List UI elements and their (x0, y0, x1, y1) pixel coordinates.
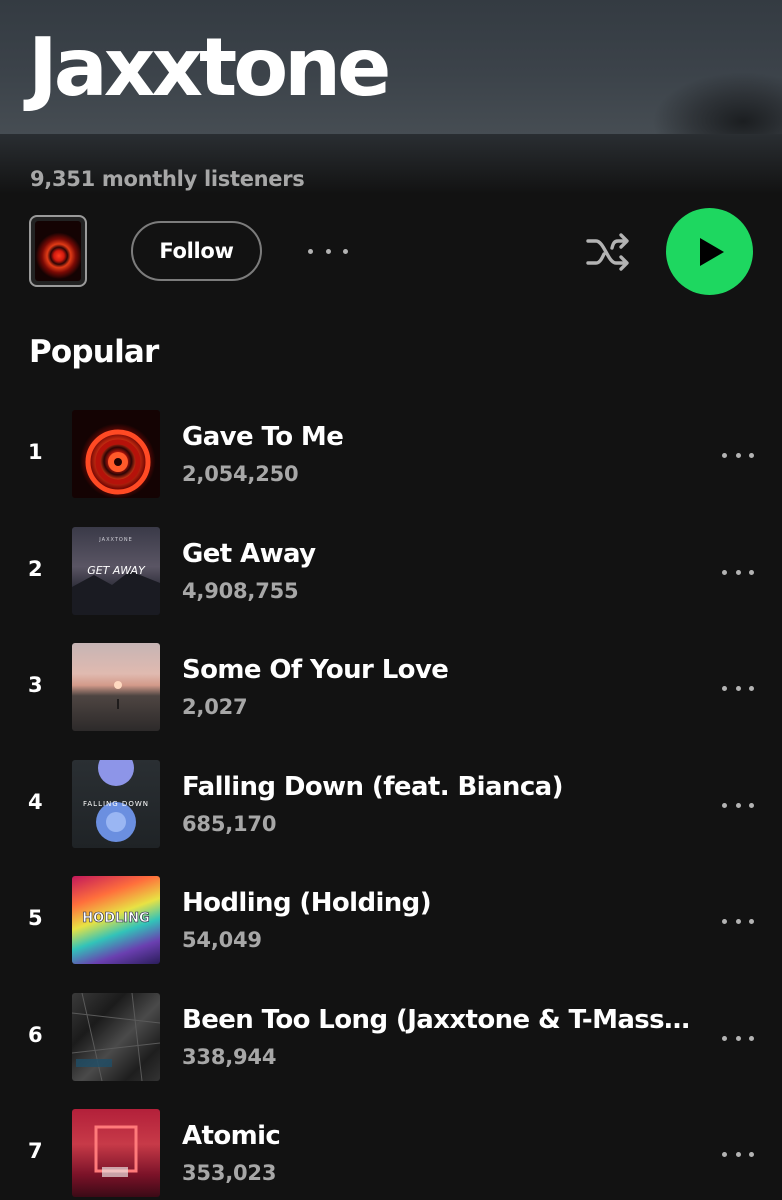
track-cover-art: FALLING DOWN (72, 760, 160, 848)
track-row[interactable]: 2 JAXXTONE GET AWAY Get Away 4,908,755 (0, 527, 782, 617)
track-play-count: 2,054,250 (182, 462, 299, 486)
track-cover-art (72, 643, 160, 731)
track-play-count: 353,023 (182, 1161, 277, 1185)
track-play-count: 338,944 (182, 1045, 277, 1069)
popular-section-title: Popular (29, 334, 159, 370)
more-options-icon[interactable] (722, 557, 754, 587)
more-options-icon[interactable] (722, 1139, 754, 1169)
more-options-icon[interactable] (722, 790, 754, 820)
track-play-count: 2,027 (182, 695, 248, 719)
more-options-icon[interactable] (722, 1023, 754, 1053)
play-icon (699, 237, 724, 266)
track-rank: 6 (28, 1023, 43, 1047)
track-cover-art: HODLING (72, 876, 160, 964)
track-row[interactable]: 5 HODLING Hodling (Holding) 54,049 (0, 876, 782, 966)
track-title: Been Too Long (Jaxxtone & T-Mass R... (182, 1005, 692, 1035)
track-cover-art (72, 1109, 160, 1197)
track-title: Get Away (182, 539, 316, 569)
track-rank: 5 (28, 906, 43, 930)
track-rank: 1 (28, 440, 43, 464)
track-row[interactable]: 3 Some Of Your Love 2,027 (0, 643, 782, 733)
more-options-icon[interactable] (722, 906, 754, 936)
track-play-count: 54,049 (182, 928, 262, 952)
artist-name: Jaxxtone (28, 21, 391, 114)
track-rank: 4 (28, 790, 43, 814)
shuffle-icon[interactable] (582, 226, 634, 278)
track-play-count: 685,170 (182, 812, 277, 836)
track-play-count: 4,908,755 (182, 579, 299, 603)
track-title: Atomic (182, 1121, 281, 1151)
follow-button[interactable]: Follow (131, 221, 262, 281)
track-title: Falling Down (feat. Bianca) (182, 772, 563, 802)
release-cover-art (35, 221, 81, 281)
header-background-image (652, 72, 782, 134)
track-cover-art (72, 410, 160, 498)
artist-header: Jaxxtone (0, 0, 782, 134)
track-row[interactable]: 4 FALLING DOWN Falling Down (feat. Bianc… (0, 760, 782, 850)
track-rank: 3 (28, 673, 43, 697)
track-row[interactable]: 6 Been Too Long (Jaxxtone & T-Mass R... … (0, 993, 782, 1083)
track-row[interactable]: 7 Atomic 353,023 (0, 1109, 782, 1199)
track-row[interactable]: 1 Gave To Me 2,054,250 (0, 410, 782, 500)
track-cover-art: JAXXTONE GET AWAY (72, 527, 160, 615)
cover-title-text: HODLING (82, 911, 149, 926)
artist-page: Jaxxtone 9,351 monthly listeners Follow … (0, 0, 782, 1200)
more-options-icon[interactable] (722, 673, 754, 703)
track-title: Hodling (Holding) (182, 888, 432, 918)
artist-release-thumbnail[interactable] (29, 215, 87, 287)
track-rank: 2 (28, 557, 43, 581)
more-options-icon[interactable] (308, 236, 348, 266)
monthly-listeners: 9,351 monthly listeners (30, 167, 305, 191)
cover-title-text: GET AWAY (87, 564, 146, 577)
more-options-icon[interactable] (722, 440, 754, 470)
cover-title-text: FALLING DOWN (83, 800, 149, 808)
cover-artist-text: JAXXTONE (98, 537, 132, 543)
track-title: Some Of Your Love (182, 655, 449, 685)
play-button[interactable] (666, 208, 753, 295)
track-rank: 7 (28, 1139, 43, 1163)
track-cover-art (72, 993, 160, 1081)
track-title: Gave To Me (182, 422, 344, 452)
